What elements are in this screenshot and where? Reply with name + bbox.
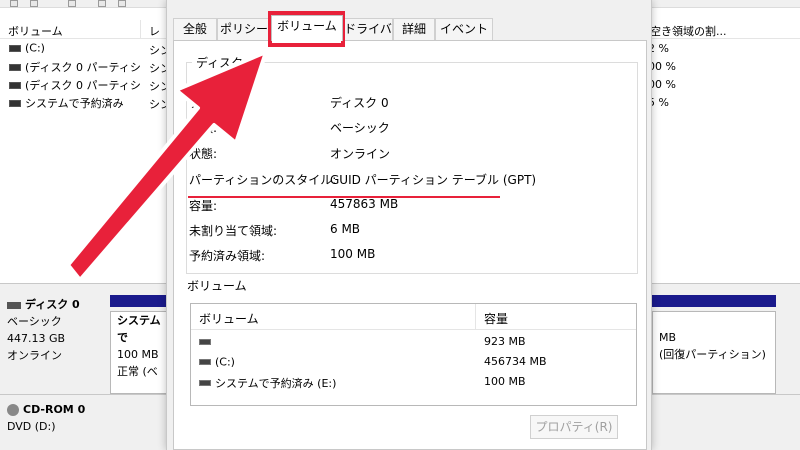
toolbar-icon[interactable]	[68, 0, 76, 7]
column-header-capacity[interactable]: 容量	[484, 310, 508, 327]
drive-icon	[199, 380, 211, 386]
volumes-table-header: ボリューム 容量	[191, 304, 636, 330]
volume-icon	[9, 99, 21, 107]
property-value: GUID パーティション テーブル (GPT)	[330, 173, 537, 187]
volume-icon	[9, 44, 21, 52]
volume-icon	[9, 63, 21, 71]
property-row-type: 種類: ベーシック	[189, 119, 629, 139]
tab-volumes[interactable]: ボリューム	[271, 15, 343, 41]
disk-properties-dialog: 全般 ポリシー ボリューム ドライバー 詳細 イベント ディスク ディスク: デ…	[166, 0, 652, 450]
partition-recovery[interactable]: MB (回復パーティション)	[652, 311, 776, 394]
toolbar-icon[interactable]	[118, 0, 126, 7]
property-value: オンライン	[330, 147, 391, 161]
back-icon[interactable]	[10, 0, 18, 7]
forward-icon[interactable]	[30, 0, 38, 7]
disk-0-label[interactable]: ディスク 0 ベーシック 447.13 GB オンライン	[7, 296, 80, 364]
volumes-section-title: ボリューム	[187, 279, 247, 293]
volume-row[interactable]: (C:)	[9, 41, 45, 59]
drive-icon	[199, 339, 211, 345]
groupbox-title: ディスク	[192, 54, 248, 71]
property-label: 未割り当て領域:	[189, 224, 278, 238]
property-row-partition-style: パーティションのスタイル: GUID パーティション テーブル (GPT)	[189, 171, 629, 191]
property-row-reserved: 予約済み領域: 100 MB	[189, 247, 629, 267]
property-value: ディスク 0	[330, 96, 389, 110]
tab-general[interactable]: 全般	[173, 18, 217, 40]
column-header-volume[interactable]: ボリューム	[8, 23, 63, 39]
volume-row[interactable]: (ディスク 0 パーティシ	[9, 77, 141, 95]
volume-icon	[9, 81, 21, 89]
column-header-layout[interactable]: レ	[149, 23, 160, 39]
cdrom-icon	[7, 404, 19, 416]
volumes-table[interactable]: ボリューム 容量 923 MB (C:) 456734 MB システムで予約済み…	[190, 303, 637, 406]
column-header-free-pct[interactable]: 空き領域の割...	[650, 23, 727, 39]
table-row[interactable]: システムで予約済み (E:) 100 MB	[191, 373, 636, 393]
tab-policies[interactable]: ポリシー	[217, 18, 271, 40]
column-header-volume[interactable]: ボリューム	[199, 310, 259, 327]
tab-driver[interactable]: ドライバー	[343, 18, 393, 56]
volumes-tab-panel: ディスク ディスク: ディスク 0 種類: ベーシック 状態: オンライン パー…	[173, 40, 647, 450]
property-row-capacity: 容量: 457863 MB	[189, 197, 629, 217]
property-value: ベーシック	[330, 121, 390, 135]
property-value: 100 MB	[330, 247, 376, 261]
properties-button[interactable]: プロパティ(R)	[530, 415, 618, 439]
highlight-underline	[188, 196, 500, 198]
property-label: 種類:	[189, 121, 218, 135]
property-value: 457863 MB	[330, 197, 399, 211]
volume-row[interactable]: システムで予約済み	[9, 95, 124, 113]
property-label: パーティションのスタイル:	[189, 173, 337, 187]
property-label: ディスク:	[189, 96, 241, 110]
partition-system-reserved[interactable]: システムで 100 MB 正常 (ベ	[110, 311, 170, 394]
partition-bar	[652, 295, 776, 307]
toolbar-icon[interactable]	[98, 0, 106, 7]
table-row[interactable]: 923 MB	[191, 333, 636, 353]
cdrom-label[interactable]: CD-ROM 0 DVD (D:)	[7, 401, 86, 435]
property-label: 予約済み領域:	[189, 249, 266, 263]
property-row-unallocated: 未割り当て領域: 6 MB	[189, 222, 629, 242]
table-row[interactable]: (C:) 456734 MB	[191, 353, 636, 373]
disk-icon	[7, 301, 21, 309]
property-row-status: 状態: オンライン	[189, 145, 629, 165]
drive-icon	[199, 359, 211, 365]
volume-row[interactable]: (ディスク 0 パーティシ	[9, 59, 141, 77]
property-value: 6 MB	[330, 222, 361, 236]
column-divider	[140, 20, 141, 39]
property-label: 状態:	[189, 147, 218, 161]
partition-bar	[110, 295, 170, 307]
volume-free-pct: 00 %	[648, 78, 676, 91]
property-label: 容量:	[189, 199, 218, 213]
volume-free-pct: 00 %	[648, 60, 676, 73]
tab-events[interactable]: イベント	[435, 18, 493, 40]
property-row-disk: ディスク: ディスク 0	[189, 94, 629, 114]
tab-details[interactable]: 詳細	[393, 18, 435, 40]
column-divider	[475, 304, 476, 330]
